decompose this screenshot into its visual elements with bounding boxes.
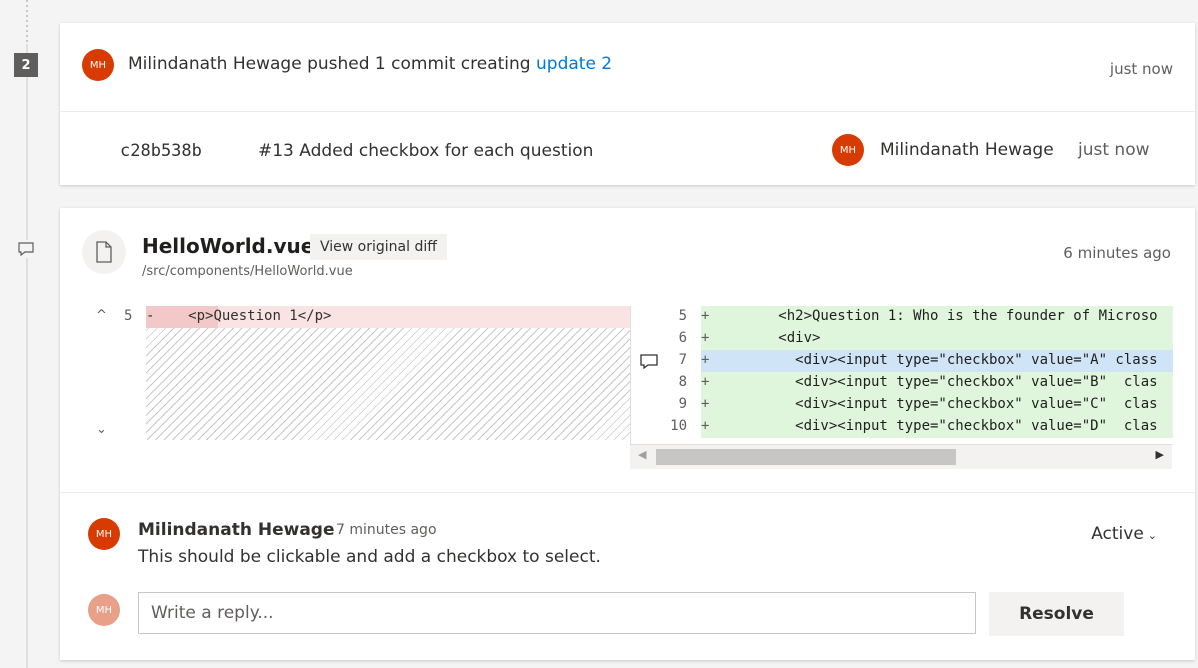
code-cell: <h2>Question 1: Who is the founder of Mi…: [701, 306, 1173, 328]
push-event-text: Milindanath Hewage pushed 1 commit creat…: [128, 54, 612, 74]
code-cell: <div><input type="checkbox" value="D" cl…: [701, 416, 1173, 438]
code-cell: <div><input type="checkbox" value="B" cl…: [701, 372, 1173, 394]
timeline-dotted-connector: [26, 0, 28, 44]
line-number: 9: [678, 396, 687, 412]
expand-down-icon[interactable]: ⌄: [96, 422, 107, 437]
commit-message[interactable]: #13 Added checkbox for each question: [258, 141, 593, 161]
scrollbar-thumb[interactable]: [656, 449, 956, 465]
reply-avatar: MH: [88, 594, 120, 626]
added-sign: +: [701, 374, 710, 390]
code-cell: <div><input type="checkbox" value="C" cl…: [701, 394, 1173, 416]
diff-line-selected[interactable]: <div><input type="checkbox" value="A" cl…: [631, 350, 1173, 373]
resolve-button[interactable]: Resolve: [989, 592, 1124, 636]
push-event-card: MH Milindanath Hewage pushed 1 commit cr…: [60, 23, 1195, 185]
file-icon-container: [82, 230, 126, 274]
comment-thread-card: HelloWorld.vue View original diff /src/c…: [60, 208, 1195, 660]
comment-body: This should be clickable and add a check…: [138, 547, 601, 567]
line-comment-icon[interactable]: [640, 354, 658, 374]
push-event-time: just now: [1109, 60, 1173, 78]
code-text: <div><input type="checkbox" value="B" cl…: [753, 374, 1158, 390]
file-icon: [96, 241, 112, 263]
expand-up-icon[interactable]: ^: [96, 308, 107, 323]
code-cell: <div><input type="checkbox" value="A" cl…: [701, 350, 1173, 373]
commit-time: just now: [1078, 140, 1150, 160]
added-sign: +: [701, 330, 710, 346]
added-sign: +: [701, 418, 710, 434]
code-text: <div>: [753, 330, 821, 346]
diff-line: <div> 6 +: [631, 328, 1173, 350]
chevron-down-icon: ⌄: [1147, 529, 1157, 542]
commit-author: Milindanath Hewage: [880, 140, 1054, 160]
divider: [60, 111, 1195, 112]
comment-time: 7 minutes ago: [336, 522, 437, 538]
file-time: 6 minutes ago: [1063, 244, 1171, 262]
scroll-right-icon[interactable]: ▶: [1156, 448, 1164, 461]
left-line-number: 5: [124, 308, 133, 324]
diff-line: <div><input type="checkbox" value="C" cl…: [631, 394, 1173, 416]
push-event-description: Milindanath Hewage pushed 1 commit creat…: [128, 54, 536, 74]
removed-code: <p>Question 1</p>: [154, 308, 332, 324]
update-link[interactable]: update 2: [536, 54, 612, 74]
code-text: <div><input type="checkbox" value="A" cl…: [753, 352, 1158, 368]
view-original-diff-button[interactable]: View original diff: [310, 234, 447, 260]
file-name[interactable]: HelloWorld.vue: [142, 234, 314, 258]
line-number: 6: [678, 330, 687, 346]
added-sign: +: [701, 308, 710, 324]
reply-input[interactable]: [138, 592, 976, 634]
update-number-badge: 2: [14, 53, 38, 77]
diff-line: <div><input type="checkbox" value="D" cl…: [631, 416, 1173, 438]
code-text: <h2>Question 1: Who is the founder of Mi…: [753, 308, 1158, 324]
line-number: 8: [678, 374, 687, 390]
horizontal-scrollbar[interactable]: ◀ ▶: [630, 444, 1172, 469]
comment-author: Milindanath Hewage: [138, 520, 335, 540]
line-number: 10: [670, 418, 687, 434]
diff-line: <h2>Question 1: Who is the founder of Mi…: [631, 306, 1173, 328]
added-sign: +: [701, 396, 710, 412]
avatar: MH: [832, 134, 864, 166]
timeline-line: [26, 44, 28, 668]
status-label: Active: [1091, 524, 1144, 544]
commit-hash[interactable]: c28b538b: [120, 141, 202, 161]
line-number: 7: [678, 352, 687, 368]
code-text: <div><input type="checkbox" value="D" cl…: [753, 418, 1158, 434]
file-path: /src/components/HelloWorld.vue: [142, 264, 353, 279]
timeline-comment-icon: [17, 240, 35, 258]
code-text: <div><input type="checkbox" value="C" cl…: [753, 396, 1158, 412]
added-sign: +: [701, 352, 710, 368]
line-number: 5: [678, 308, 687, 324]
removed-line-content: - <p>Question 1</p>: [146, 308, 331, 324]
avatar: MH: [88, 518, 120, 550]
avatar: MH: [82, 49, 114, 81]
code-cell: <div>: [701, 328, 1173, 350]
diff-line: <div><input type="checkbox" value="B" cl…: [631, 372, 1173, 394]
empty-hatch-area: [146, 328, 630, 440]
status-dropdown[interactable]: Active ⌄: [1091, 524, 1157, 544]
scroll-left-icon[interactable]: ◀: [638, 448, 646, 461]
left-diff-pane: - <p>Question 1</p>: [146, 306, 630, 441]
divider: [60, 492, 1195, 493]
